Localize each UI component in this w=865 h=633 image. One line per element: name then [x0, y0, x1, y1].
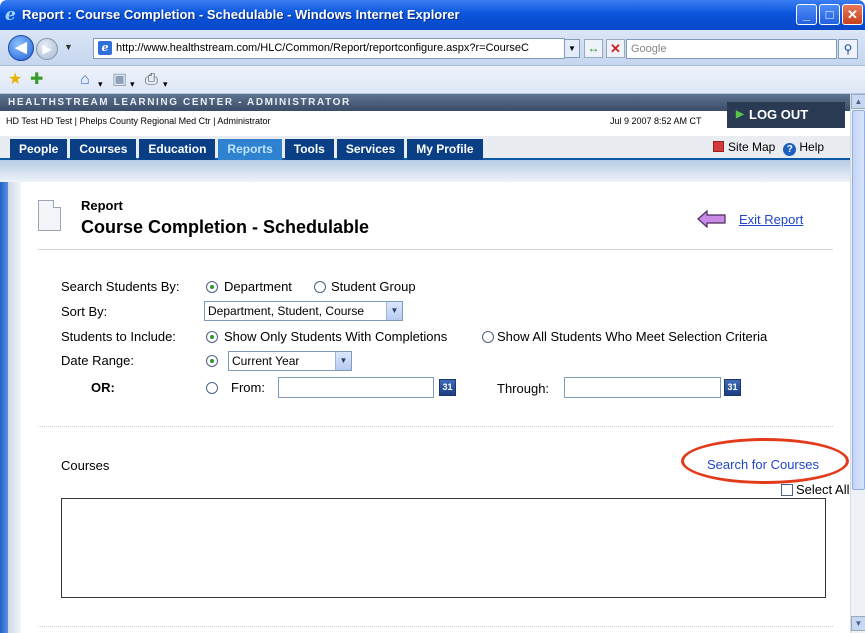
feeds-icon[interactable]: ▣ [112, 71, 127, 89]
help-link[interactable]: Help [799, 140, 824, 154]
tab-education[interactable]: Education [139, 139, 216, 160]
through-date-input[interactable] [564, 377, 721, 398]
divider [38, 426, 833, 427]
left-frame-gutter [8, 182, 21, 633]
close-button[interactable]: ✕ [842, 4, 863, 25]
brand-title: HEALTHSTREAM LEARNING CENTER - ADMINISTR… [8, 97, 351, 108]
print-icon[interactable]: ⎙ [145, 71, 158, 89]
tab-people[interactable]: People [10, 139, 68, 160]
search-by-student-group-radio[interactable] [314, 281, 326, 293]
report-document-icon [38, 200, 61, 231]
favorites-star-icon[interactable]: ★ [8, 71, 22, 89]
site-header: HEALTHSTREAM LEARNING CENTER - ADMINISTR… [0, 94, 850, 136]
window-titlebar: e Report : Course Completion - Schedulab… [0, 0, 865, 30]
tab-reports[interactable]: Reports [218, 139, 282, 160]
maximize-button[interactable]: □ [819, 4, 840, 25]
favorites-toolbar: ★ ✚ ⌂ ▾ ▣ ▾ ⎙ ▾ [0, 66, 865, 94]
date-range-custom-radio[interactable] [206, 382, 218, 394]
scroll-up-button[interactable]: ▲ [851, 94, 865, 109]
exit-report-link[interactable]: Exit Report [739, 212, 803, 227]
login-datetime: Jul 9 2007 8:52 AM CT [610, 116, 702, 126]
through-label: Through: [497, 381, 550, 396]
tab-services[interactable]: Services [336, 139, 405, 160]
site-map-link[interactable]: Site Map [728, 140, 775, 154]
chevron-down-icon: ▼ [386, 302, 402, 320]
search-button[interactable]: ⚲ [838, 39, 858, 59]
report-kicker: Report [81, 198, 123, 213]
brand-band: HEALTHSTREAM LEARNING CENTER - ADMINISTR… [0, 94, 850, 111]
include-all-label[interactable]: Show All Students Who Meet Selection Cri… [497, 329, 767, 344]
scroll-down-button[interactable]: ▼ [851, 616, 865, 631]
help-icon: ? [783, 143, 797, 156]
main-nav: People Courses Education Reports Tools S… [0, 136, 850, 160]
divider [38, 249, 833, 250]
sort-by-select[interactable]: Department, Student, Course ▼ [204, 301, 403, 321]
sort-by-label: Sort By: [61, 304, 108, 319]
refresh-button[interactable]: ↔ [584, 39, 603, 58]
through-calendar-icon[interactable]: 31 [724, 379, 741, 396]
search-by-department-label[interactable]: Department [224, 279, 292, 294]
report-panel: Report Course Completion - Schedulable E… [21, 182, 850, 633]
tab-tools[interactable]: Tools [284, 139, 334, 160]
include-all-radio[interactable] [482, 331, 494, 343]
play-arrow-icon: ▶ [736, 109, 744, 120]
nav-tabs: People Courses Education Reports Tools S… [10, 139, 486, 160]
search-by-label: Search Students By: [61, 279, 180, 294]
print-dropdown-icon[interactable]: ▾ [163, 75, 168, 93]
highlight-oval [681, 438, 849, 484]
search-input[interactable]: Google [626, 39, 837, 59]
address-input[interactable]: e http://www.healthstream.com/HLC/Common… [93, 38, 565, 59]
back-button[interactable]: ◀ [8, 35, 34, 61]
stop-button[interactable]: ✕ [606, 39, 625, 58]
address-url: http://www.healthstream.com/HLC/Common/R… [116, 42, 529, 54]
tab-courses[interactable]: Courses [70, 139, 137, 160]
date-range-label: Date Range: [61, 353, 134, 368]
exit-arrow-icon[interactable] [697, 210, 727, 228]
date-range-select[interactable]: Current Year ▼ [228, 351, 352, 371]
logout-button[interactable]: ▶ LOG OUT [727, 102, 845, 128]
left-frame-edge [0, 182, 8, 633]
tab-my-profile[interactable]: My Profile [407, 139, 483, 160]
address-dropdown-icon[interactable]: ▼ [564, 39, 580, 58]
courses-listbox[interactable] [61, 498, 826, 598]
window-title: Report : Course Completion - Schedulable… [22, 7, 460, 22]
history-dropdown-icon[interactable]: ▼ [64, 42, 73, 52]
date-range-value: Current Year [232, 354, 300, 368]
vertical-scrollbar[interactable]: ▲ ▼ [850, 94, 865, 633]
home-dropdown-icon[interactable]: ▾ [98, 75, 103, 93]
forward-button[interactable]: ▶ [36, 38, 58, 60]
divider [38, 626, 833, 627]
page-title: Course Completion - Schedulable [81, 217, 370, 237]
select-all-checkbox[interactable] [781, 484, 793, 496]
date-range-preset-radio[interactable] [206, 355, 218, 367]
include-label: Students to Include: [61, 329, 176, 344]
from-date-input[interactable] [278, 377, 434, 398]
search-by-student-group-label[interactable]: Student Group [331, 279, 416, 294]
scroll-thumb[interactable] [852, 110, 865, 490]
include-completions-radio[interactable] [206, 331, 218, 343]
page-icon: e [98, 41, 112, 55]
ie-logo-icon: e [5, 5, 16, 25]
select-all-label[interactable]: Select All [796, 482, 849, 497]
header-shadow-band [0, 160, 850, 182]
chevron-down-icon: ▼ [335, 352, 351, 370]
logout-label: LOG OUT [749, 107, 809, 122]
feeds-dropdown-icon[interactable]: ▾ [130, 75, 135, 93]
minimize-button[interactable]: _ [796, 4, 817, 25]
home-icon[interactable]: ⌂ [80, 71, 90, 89]
from-calendar-icon[interactable]: 31 [439, 379, 456, 396]
sort-by-value: Department, Student, Course [208, 304, 365, 318]
add-favorite-icon[interactable]: ✚ [30, 71, 43, 89]
user-info: HD Test HD Test | Phelps County Regional… [6, 116, 271, 126]
or-label: OR: [91, 380, 115, 395]
address-toolbar: ◀ ▶ ▼ e http://www.healthstream.com/HLC/… [0, 30, 865, 66]
courses-label: Courses [61, 458, 110, 473]
from-label: From: [231, 380, 265, 395]
include-completions-label[interactable]: Show Only Students With Completions [224, 329, 447, 344]
site-map-icon [713, 141, 724, 152]
search-by-department-radio[interactable] [206, 281, 218, 293]
utility-links: Site Map? Help [713, 140, 824, 156]
